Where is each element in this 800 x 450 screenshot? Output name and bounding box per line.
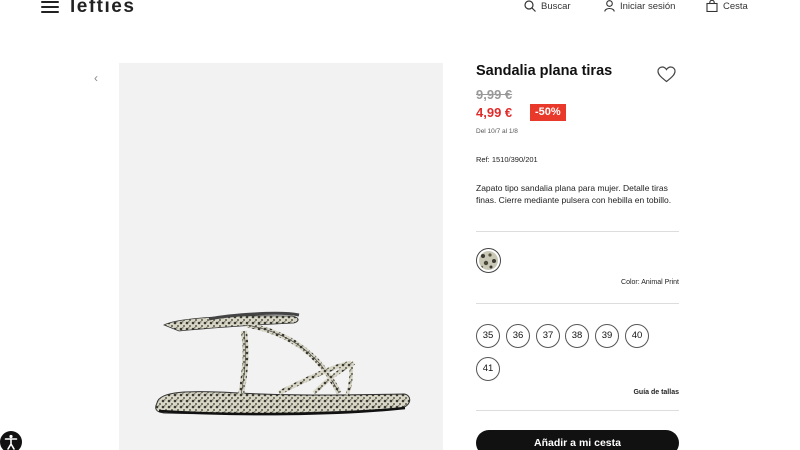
size-option[interactable]: 35 bbox=[476, 324, 500, 348]
search-label: Buscar bbox=[541, 0, 571, 12]
cart-label: Cesta bbox=[723, 0, 748, 12]
size-option[interactable]: 40 bbox=[625, 324, 649, 348]
login-link[interactable]: Iniciar sesión bbox=[604, 0, 675, 12]
size-guide-link[interactable]: Guía de tallas bbox=[600, 389, 679, 396]
color-label: Color: Animal Print bbox=[621, 279, 679, 286]
size-option[interactable]: 41 bbox=[476, 357, 500, 381]
color-swatch-animal-print[interactable] bbox=[476, 248, 501, 273]
add-to-cart-button[interactable]: Añadir a mi cesta bbox=[476, 430, 679, 450]
divider bbox=[476, 410, 679, 411]
size-option[interactable]: 38 bbox=[565, 324, 589, 348]
original-price: 9,99 € bbox=[476, 87, 513, 102]
size-option[interactable]: 37 bbox=[536, 324, 560, 348]
site-logo[interactable]: lefties bbox=[70, 0, 135, 18]
cart-link[interactable]: Cesta bbox=[706, 0, 748, 12]
product-reference: Ref: 1510/390/201 bbox=[476, 155, 538, 164]
login-label: Iniciar sesión bbox=[620, 0, 676, 12]
site-header: lefties Buscar Iniciar sesión Cesta bbox=[0, 0, 800, 20]
hamburger-menu-icon[interactable] bbox=[41, 0, 59, 14]
product-title: Sandalia plana tiras bbox=[476, 63, 613, 79]
accessibility-icon[interactable] bbox=[0, 431, 22, 450]
delivery-dates: Del 10/7 al 1/8 bbox=[476, 128, 518, 135]
size-option[interactable]: 36 bbox=[506, 324, 530, 348]
product-image bbox=[119, 63, 443, 450]
divider bbox=[476, 231, 679, 232]
chevron-left-icon[interactable]: ‹ bbox=[90, 71, 102, 85]
sale-price: 4,99 € bbox=[476, 105, 513, 120]
divider bbox=[476, 303, 679, 304]
discount-badge: -50% bbox=[530, 104, 566, 121]
size-option[interactable]: 39 bbox=[595, 324, 619, 348]
heart-icon[interactable] bbox=[657, 66, 676, 83]
product-description: Zapato tipo sandalia plana para mujer. D… bbox=[476, 183, 672, 205]
user-icon bbox=[604, 0, 615, 12]
search-link[interactable]: Buscar bbox=[524, 0, 571, 12]
bag-icon bbox=[706, 0, 718, 12]
search-icon bbox=[524, 0, 536, 12]
